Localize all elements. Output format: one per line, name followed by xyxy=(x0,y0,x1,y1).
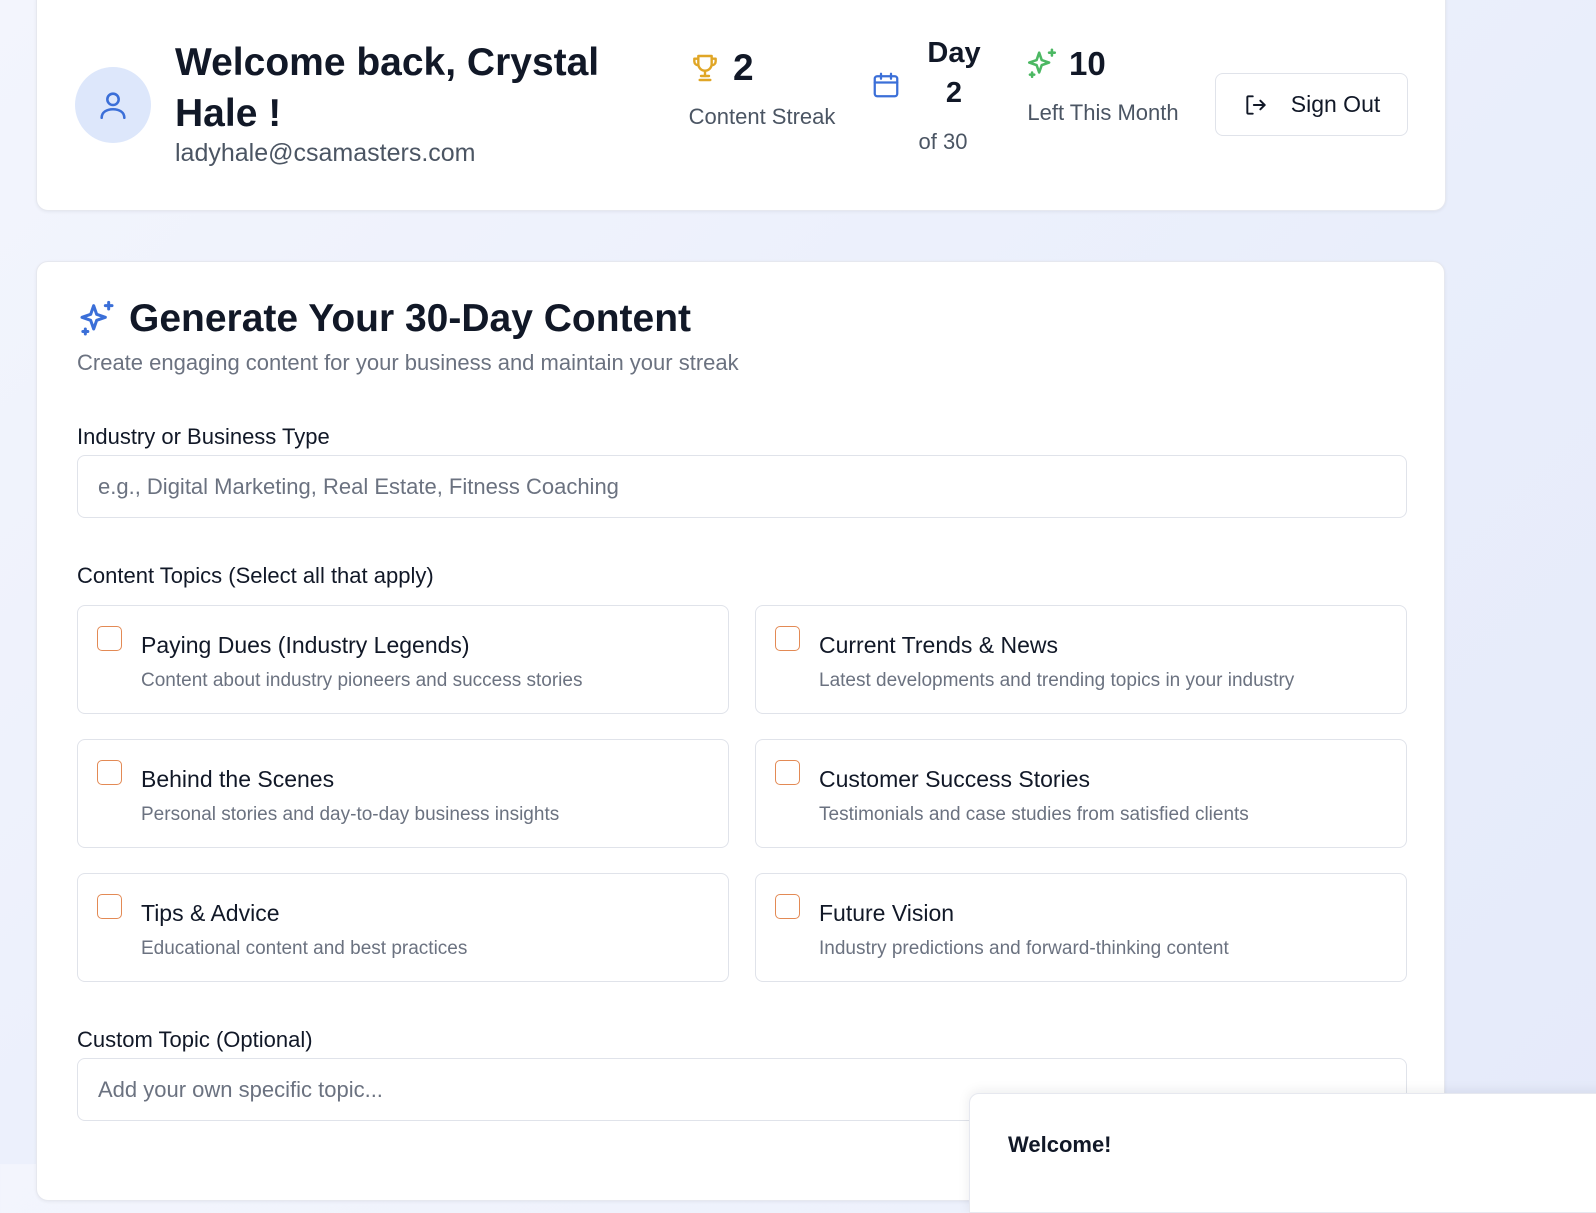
sign-out-label: Sign Out xyxy=(1290,91,1381,117)
day-word: Day xyxy=(927,37,981,69)
stat-content-streak: 2 Content Streak xyxy=(687,47,837,129)
left-value: 10 xyxy=(1069,45,1106,82)
topic-description: Educational content and best practices xyxy=(141,938,468,959)
topic-title: Paying Dues (Industry Legends) xyxy=(141,632,470,658)
left-label: Left This Month xyxy=(1027,100,1179,125)
streak-label: Content Streak xyxy=(688,104,836,129)
popup-title: Welcome! xyxy=(1008,1132,1112,1157)
streak-value: 2 xyxy=(733,47,754,88)
user-header-card: Welcome back, Crystal Hale ! ladyhale@cs… xyxy=(36,0,1446,211)
welcome-popup: Welcome! xyxy=(969,1093,1596,1213)
generate-content-card: Generate Your 30-Day Content Create enga… xyxy=(36,261,1445,1201)
topic-title: Tips & Advice xyxy=(141,900,280,926)
calendar-icon xyxy=(873,72,899,98)
topic-checkbox[interactable] xyxy=(775,760,800,785)
generate-subtitle: Create engaging content for your busines… xyxy=(77,350,739,375)
stat-current-day: Day 2 of 30 xyxy=(871,37,1001,167)
sign-out-button[interactable]: Sign Out xyxy=(1215,73,1408,136)
topics-label: Content Topics (Select all that apply) xyxy=(77,563,434,588)
custom-topic-label: Custom Topic (Optional) xyxy=(77,1027,313,1052)
avatar xyxy=(75,67,151,143)
topic-title: Future Vision xyxy=(819,900,955,926)
industry-input[interactable] xyxy=(77,455,1407,518)
sparkles-icon xyxy=(1027,48,1057,79)
topic-option[interactable]: Paying Dues (Industry Legends) Content a… xyxy=(77,605,729,714)
topic-checkbox[interactable] xyxy=(775,894,800,919)
topic-option[interactable]: Behind the Scenes Personal stories and d… xyxy=(77,739,729,848)
topic-option[interactable]: Current Trends & News Latest development… xyxy=(755,605,1407,714)
welcome-heading: Welcome back, Crystal Hale ! xyxy=(175,41,600,135)
stat-left-this-month: 10 Left This Month xyxy=(1023,45,1183,125)
topic-option[interactable]: Future Vision Industry predictions and f… xyxy=(755,873,1407,982)
topic-checkbox[interactable] xyxy=(97,894,122,919)
topic-option[interactable]: Customer Success Stories Testimonials an… xyxy=(755,739,1407,848)
topic-title: Customer Success Stories xyxy=(819,766,1090,792)
topic-checkbox[interactable] xyxy=(775,626,800,651)
sign-out-icon xyxy=(1246,94,1266,115)
topic-option[interactable]: Tips & Advice Educational content and be… xyxy=(77,873,729,982)
topic-description: Latest developments and trending topics … xyxy=(819,670,1295,691)
day-of-total: of 30 xyxy=(918,129,968,154)
user-email: ladyhale@csamasters.com xyxy=(175,139,476,167)
trophy-icon xyxy=(693,54,717,82)
topic-title: Behind the Scenes xyxy=(141,766,335,792)
generate-title: Generate Your 30-Day Content xyxy=(77,297,691,341)
topic-description: Industry predictions and forward-thinkin… xyxy=(819,938,1229,959)
generate-title-text: Generate Your 30-Day Content xyxy=(129,297,692,340)
topic-title: Current Trends & News xyxy=(819,632,1059,658)
topic-description: Content about industry pioneers and succ… xyxy=(141,670,583,691)
sparkles-icon xyxy=(80,300,114,336)
topic-checkbox[interactable] xyxy=(97,626,122,651)
day-value: 2 xyxy=(945,77,963,109)
industry-label: Industry or Business Type xyxy=(77,424,330,449)
topic-checkbox[interactable] xyxy=(97,760,122,785)
topic-description: Personal stories and day-to-day business… xyxy=(141,804,560,825)
user-icon xyxy=(100,92,126,120)
topic-description: Testimonials and case studies from satis… xyxy=(819,804,1249,825)
